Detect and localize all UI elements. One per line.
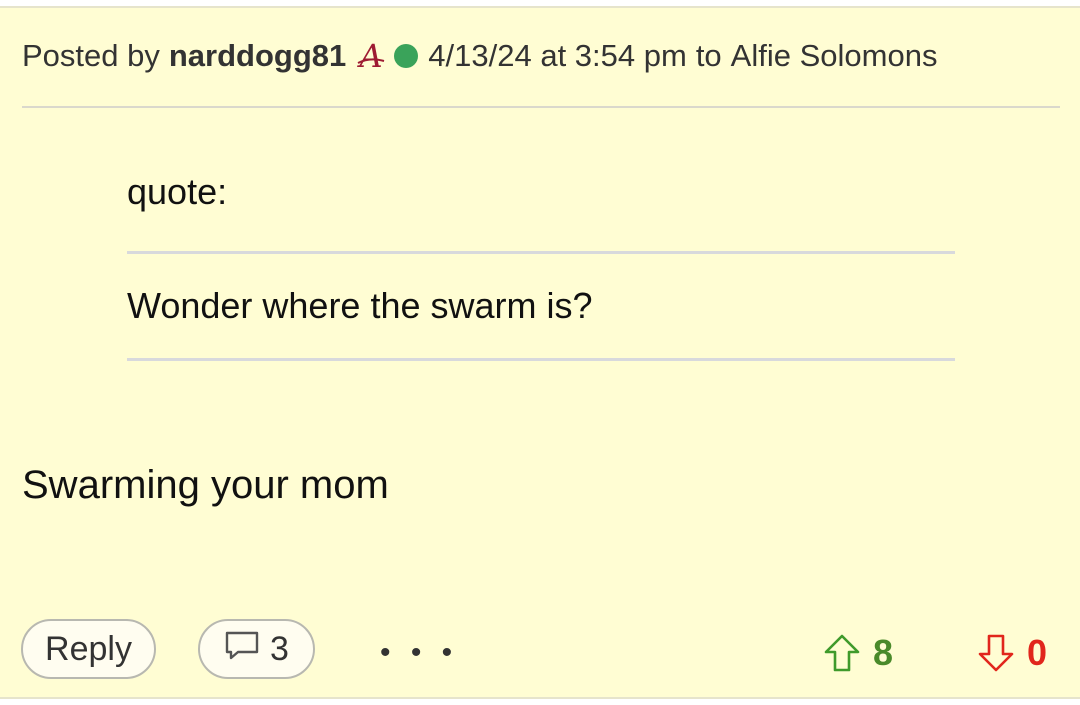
post-header: Posted by narddogg81 A 4/13/24 at 3:54 p… bbox=[22, 37, 1060, 75]
svg-text:A: A bbox=[357, 39, 383, 73]
reply-button[interactable]: Reply bbox=[21, 619, 156, 679]
post-timestamp: 4/13/24 at 3:54 pm bbox=[428, 38, 687, 73]
comments-button[interactable]: 3 bbox=[198, 619, 315, 679]
quote-block: quote: Wonder where the swarm is? bbox=[127, 171, 955, 361]
comment-bubble-icon bbox=[224, 630, 260, 669]
online-status-icon bbox=[394, 44, 419, 68]
alabama-script-a-icon: A bbox=[354, 37, 388, 75]
username-link[interactable]: narddogg81 bbox=[169, 38, 346, 74]
quote-divider-top bbox=[127, 251, 955, 254]
post-body: Swarming your mom bbox=[22, 463, 389, 507]
reply-to-user-link[interactable]: Alfie Solomons bbox=[731, 38, 938, 74]
upvote-count: 8 bbox=[873, 632, 894, 673]
quote-text: Wonder where the swarm is? bbox=[127, 285, 593, 326]
to-label: to bbox=[695, 38, 722, 73]
downvote-button[interactable]: 0 bbox=[977, 632, 1047, 674]
downvote-arrow-icon bbox=[978, 634, 1014, 672]
upvote-arrow-icon bbox=[824, 634, 860, 672]
quote-label: quote: bbox=[127, 171, 228, 212]
header-divider bbox=[22, 106, 1060, 108]
forum-post: Posted by narddogg81 A 4/13/24 at 3:54 p… bbox=[0, 6, 1080, 699]
upvote-button[interactable]: 8 bbox=[823, 632, 893, 674]
quote-divider-bottom bbox=[127, 358, 955, 361]
more-options-icon[interactable]: • • • bbox=[380, 636, 458, 670]
reply-button-label: Reply bbox=[45, 629, 132, 668]
downvote-count: 0 bbox=[1027, 632, 1048, 673]
comment-count: 3 bbox=[270, 629, 289, 668]
posted-by-label: Posted by bbox=[22, 38, 160, 73]
